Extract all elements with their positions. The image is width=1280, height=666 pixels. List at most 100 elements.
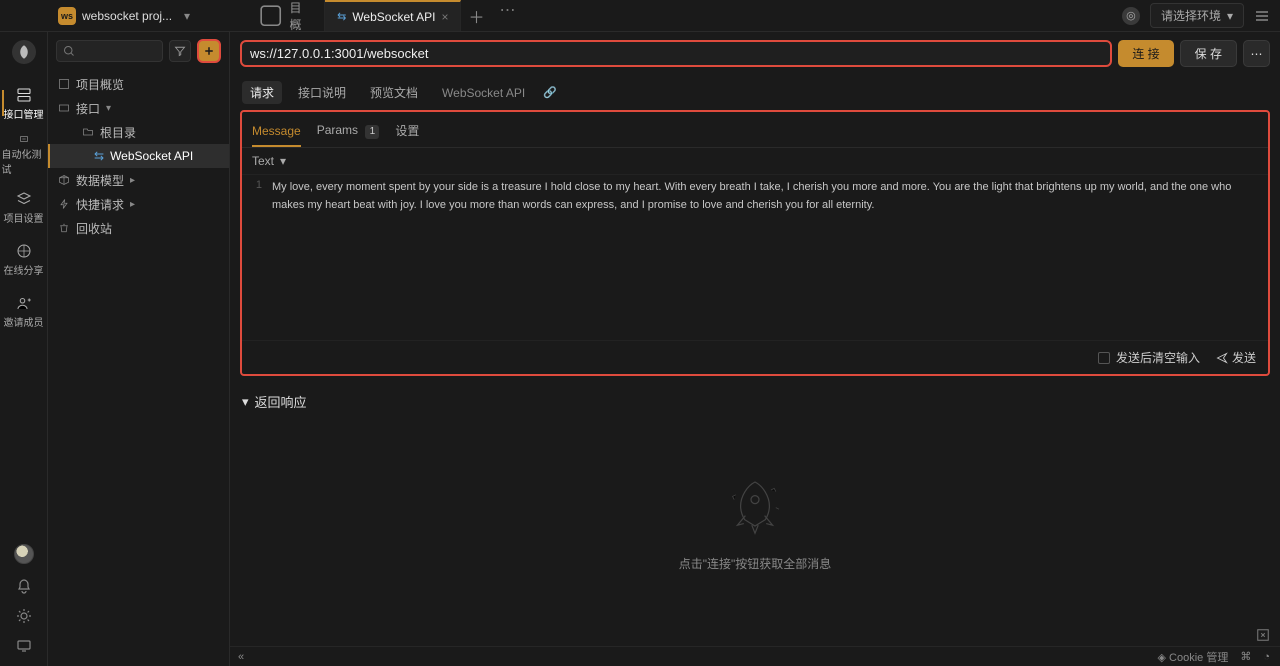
gear-icon[interactable] <box>16 608 32 624</box>
inner-tab-label: Params <box>317 123 358 137</box>
top-bar: ws websocket proj... ▾ 项目概览 ⇆ WebSocket … <box>0 0 1280 32</box>
api-icon <box>15 86 33 104</box>
sidebar-search-row <box>48 32 229 70</box>
overview-icon <box>258 3 283 28</box>
message-panel-footer: 发送后清空输入 发送 <box>242 340 1268 374</box>
filter-button[interactable] <box>169 40 191 62</box>
expand-icon[interactable] <box>1256 628 1270 642</box>
collapse-sidebar-icon[interactable]: « <box>230 651 244 663</box>
clear-label: 发送后清空输入 <box>1116 349 1200 366</box>
chevron-down-icon: ▾ <box>280 154 286 168</box>
box-icon <box>58 102 70 114</box>
editor-tabs: 项目概览 ⇆ WebSocket API × ＋ ⋯ <box>246 0 523 31</box>
payload-type-selector[interactable]: Text ▾ <box>242 148 1268 175</box>
cookie-manager[interactable]: ◈ Cookie 管理 <box>1158 649 1229 665</box>
doc-tab-api-name[interactable]: WebSocket API <box>434 83 533 103</box>
rail-label: 项目设置 <box>4 210 44 225</box>
inner-tab-settings[interactable]: 设置 <box>395 116 419 147</box>
tab-overflow-icon[interactable]: ⋯ <box>491 0 523 31</box>
trash-icon <box>58 222 70 234</box>
app-logo[interactable] <box>12 40 36 64</box>
rail-bottom <box>14 544 34 666</box>
tree-recycle-bin[interactable]: 回收站 <box>48 216 229 240</box>
tree-quick-request[interactable]: 快捷请求 ▸ <box>48 192 229 216</box>
more-button[interactable]: ⋯ <box>1243 40 1270 67</box>
response-header[interactable]: ▾ 返回响应 <box>230 384 1280 419</box>
inner-tab-message[interactable]: Message <box>252 118 301 146</box>
chevron-down-icon: ▾ <box>106 103 114 114</box>
layers-icon <box>15 190 33 208</box>
project-switcher[interactable]: ws websocket proj... ▾ <box>58 7 190 25</box>
new-tab-button[interactable]: ＋ <box>461 0 491 31</box>
rail-label: 自动化测试 <box>2 146 46 176</box>
tree-interfaces[interactable]: 接口 ▾ <box>48 96 229 120</box>
doc-tab-description[interactable]: 接口说明 <box>290 81 354 104</box>
params-count-badge: 1 <box>365 125 379 139</box>
message-editor[interactable]: 1 My love, every moment spent by your si… <box>242 175 1268 340</box>
clear-after-send-checkbox[interactable]: 发送后清空输入 <box>1098 349 1200 366</box>
nav-rail: 接口管理 自动化测试 项目设置 在线分享 邀请成员 <box>0 32 48 666</box>
close-icon[interactable]: × <box>441 10 448 24</box>
rail-online-share[interactable]: 在线分享 <box>2 238 46 280</box>
inner-tab-params[interactable]: Params 1 <box>317 117 380 147</box>
folder-icon <box>82 126 94 138</box>
websocket-icon: ⇆ <box>337 10 346 23</box>
url-row: ws://127.0.0.1:3001/websocket 连 接 保 存 ⋯ <box>230 32 1280 75</box>
rail-api-management[interactable]: 接口管理 <box>2 82 46 124</box>
tree-websocket-api[interactable]: ⇆ WebSocket API <box>48 144 229 168</box>
environment-selector[interactable]: 请选择环境 ▾ <box>1150 3 1244 28</box>
plus-icon <box>203 45 215 57</box>
doc-tab-request[interactable]: 请求 <box>242 81 282 104</box>
tree-project-overview[interactable]: 项目概览 <box>48 72 229 96</box>
chevron-right-icon: ▸ <box>130 175 138 186</box>
env-status-icon[interactable]: ◎ <box>1122 7 1140 25</box>
content: ws://127.0.0.1:3001/websocket 连 接 保 存 ⋯ … <box>230 32 1280 666</box>
code-icon[interactable]: ⌘ <box>1240 650 1251 663</box>
send-button[interactable]: 发送 <box>1216 349 1256 366</box>
tree-label: WebSocket API <box>110 149 193 163</box>
clock-icon[interactable]: ◔ <box>1263 651 1270 663</box>
link-icon[interactable]: 🔗 <box>543 86 557 99</box>
sidebar-tree: 项目概览 接口 ▾ 根目录 ⇆ WebSocket API 数据模型 ▸ <box>48 70 229 666</box>
filter-icon <box>174 45 186 57</box>
chevron-right-icon: ▸ <box>130 199 138 210</box>
rail-label: 邀请成员 <box>4 314 44 329</box>
bell-icon[interactable] <box>16 578 32 594</box>
tab-websocket-api[interactable]: ⇆ WebSocket API × <box>325 0 461 31</box>
tree-root-folder[interactable]: 根目录 <box>48 120 229 144</box>
cube-icon <box>58 174 70 186</box>
rail-invite-members[interactable]: 邀请成员 <box>2 290 46 332</box>
rail-label: 接口管理 <box>4 106 44 121</box>
avatar[interactable] <box>14 544 34 564</box>
url-input[interactable]: ws://127.0.0.1:3001/websocket <box>240 40 1112 67</box>
line-number: 1 <box>242 179 272 214</box>
tree-data-models[interactable]: 数据模型 ▸ <box>48 168 229 192</box>
tab-project-overview[interactable]: 项目概览 <box>246 0 325 31</box>
menu-icon[interactable] <box>1254 8 1270 24</box>
tree-label: 根目录 <box>100 124 136 141</box>
add-button[interactable] <box>197 39 221 63</box>
save-button[interactable]: 保 存 <box>1180 40 1237 67</box>
automation-icon <box>15 134 33 144</box>
message-text: My love, every moment spent by your side… <box>272 179 1268 214</box>
desktop-icon[interactable] <box>16 638 32 654</box>
response-title: 返回响应 <box>255 392 307 411</box>
share-icon <box>15 242 33 260</box>
search-icon <box>63 45 75 57</box>
env-label: 请选择环境 <box>1161 7 1221 24</box>
overview-icon <box>58 78 70 90</box>
search-input[interactable] <box>56 40 163 62</box>
rail-automation-test[interactable]: 自动化测试 <box>2 134 46 176</box>
rail-project-settings[interactable]: 项目设置 <box>2 186 46 228</box>
send-label: 发送 <box>1232 349 1256 366</box>
connect-button[interactable]: 连 接 <box>1118 40 1173 67</box>
status-bar: « ◈ Cookie 管理 ⌘ ◔ <box>230 646 1280 666</box>
doc-tab-preview[interactable]: 预览文档 <box>362 81 426 104</box>
cookie-label: Cookie 管理 <box>1169 652 1228 664</box>
topbar-right: ◎ 请选择环境 ▾ <box>1122 3 1280 28</box>
inner-tabs: Message Params 1 设置 <box>242 112 1268 148</box>
chevron-down-icon: ▾ <box>242 394 249 410</box>
chevron-down-icon: ▾ <box>184 9 190 23</box>
bolt-icon <box>58 198 70 210</box>
rocket-icon <box>715 471 795 541</box>
